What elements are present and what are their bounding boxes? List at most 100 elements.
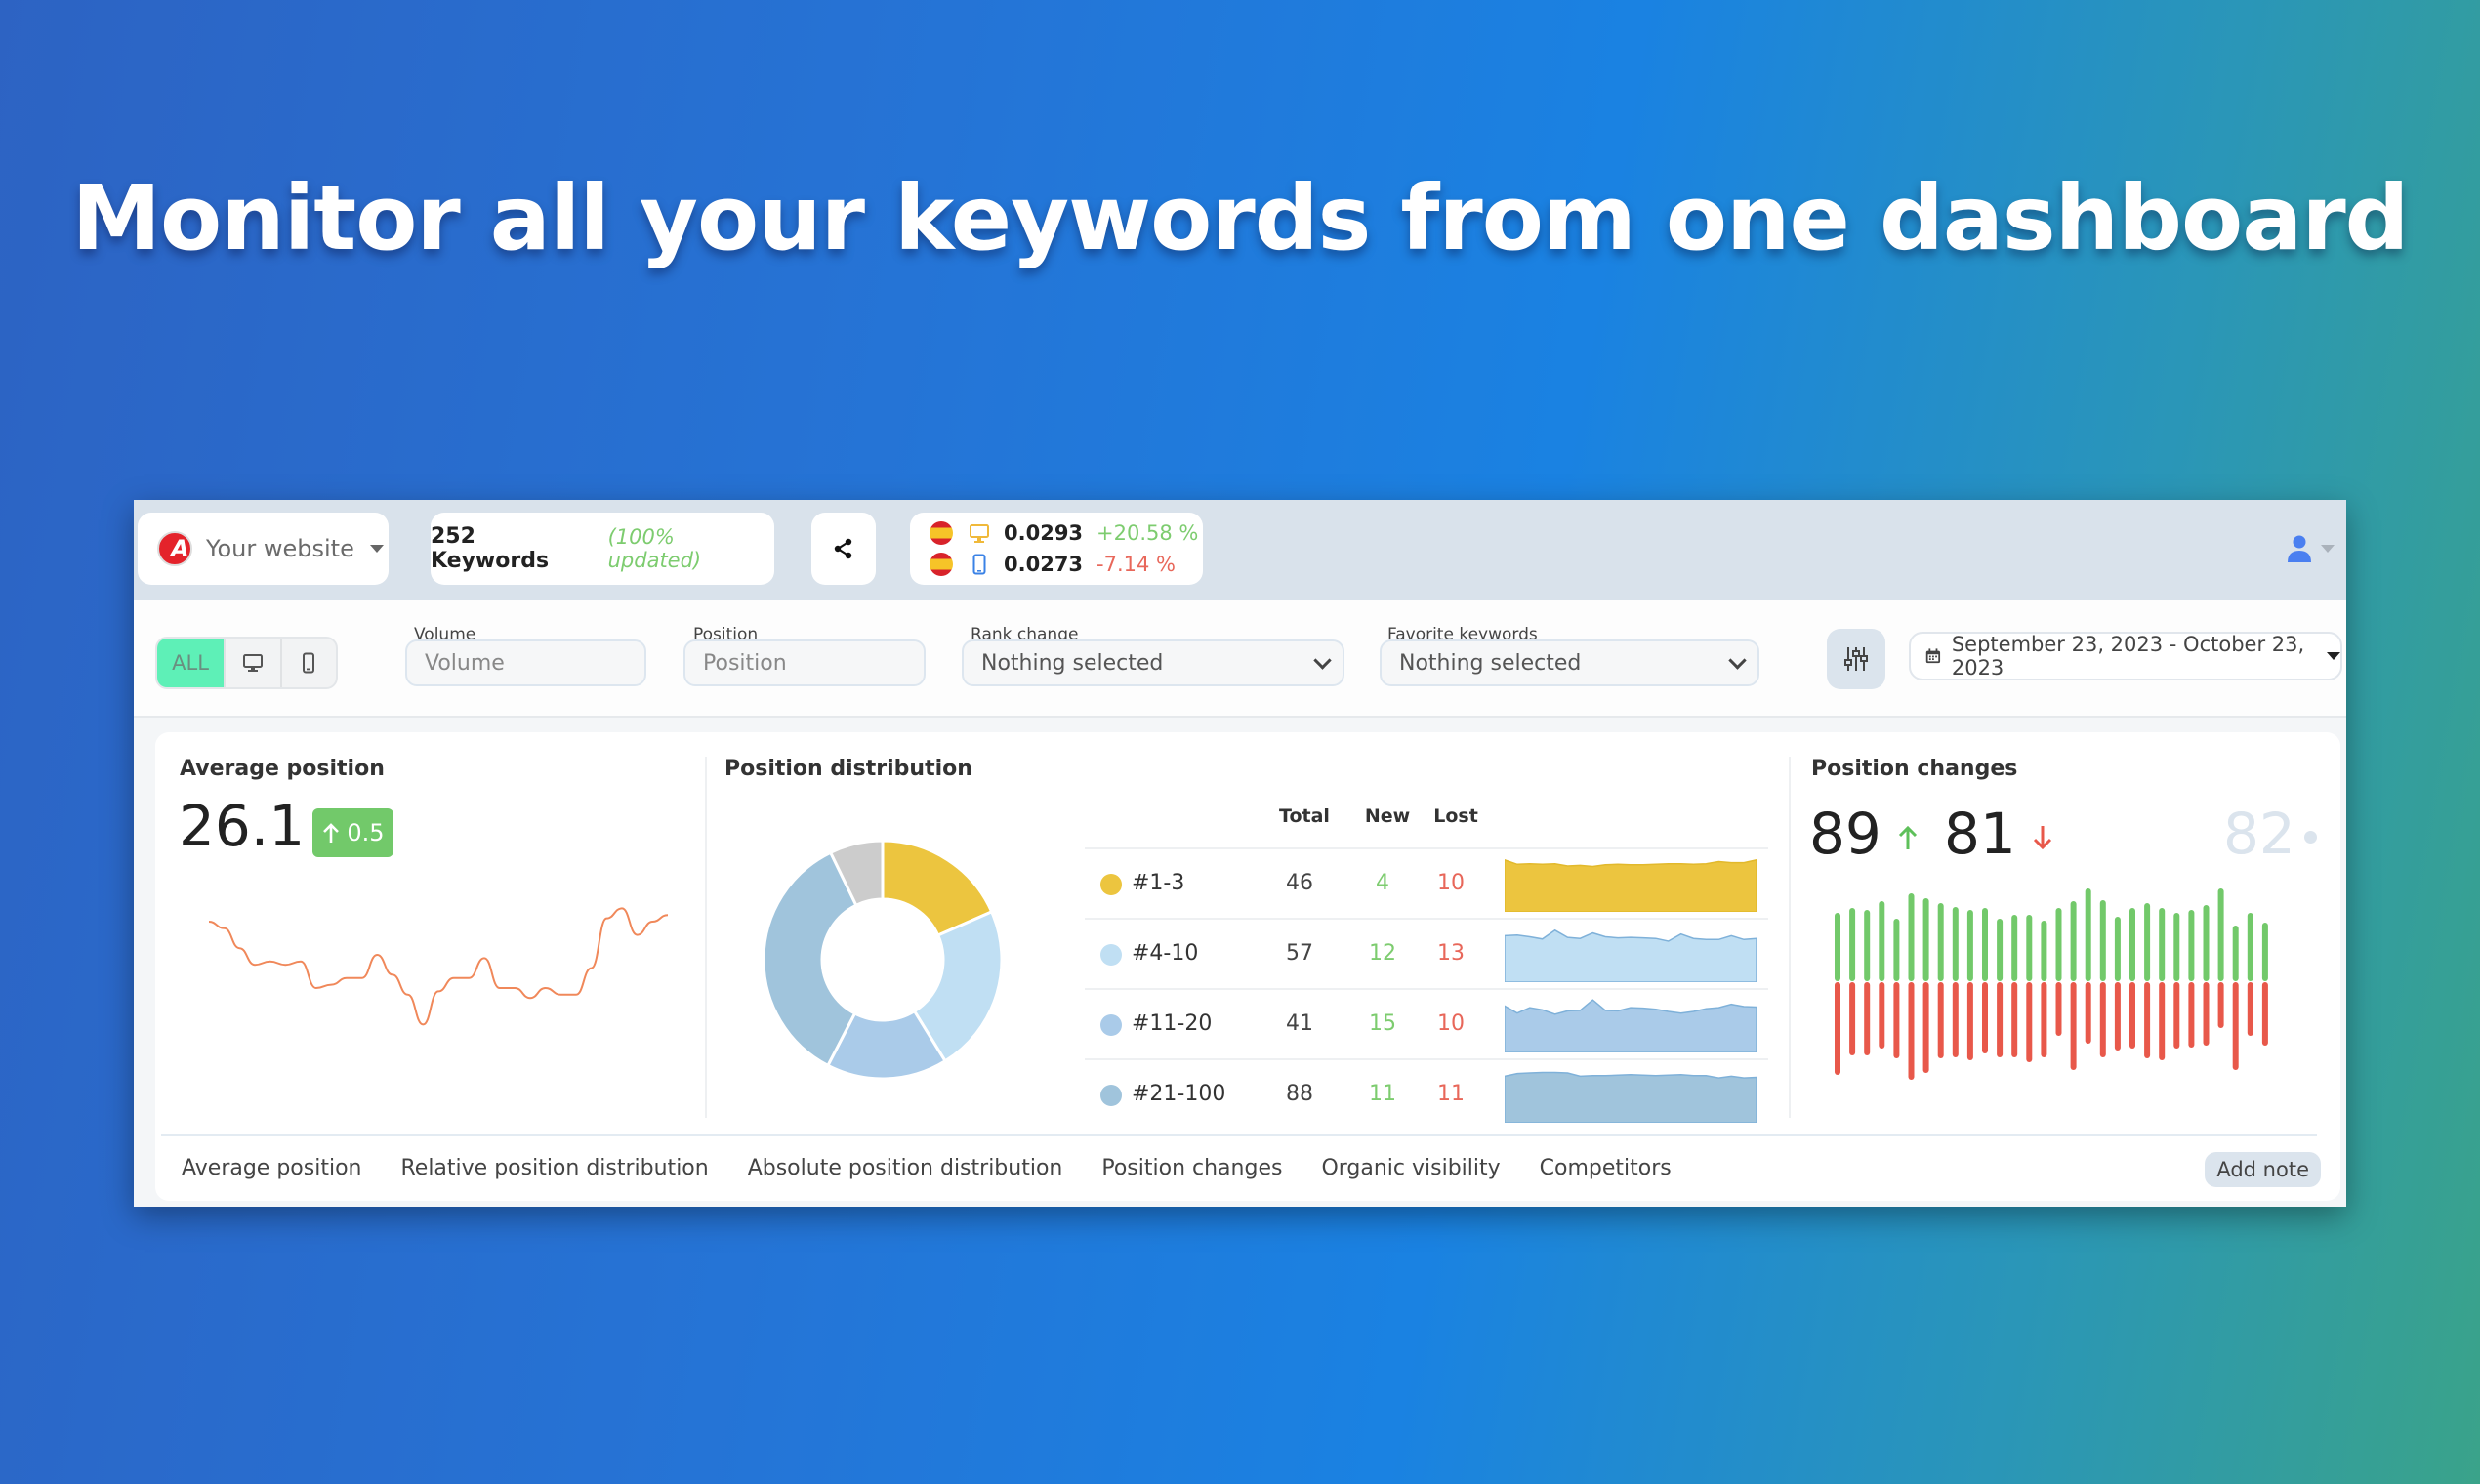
total-value: 57 <box>1286 941 1313 966</box>
improved-bar <box>2203 905 2210 981</box>
new-value: 15 <box>1369 1011 1396 1036</box>
declined-bar <box>1908 982 1915 1080</box>
new-value: 4 <box>1376 871 1389 895</box>
mobile-icon <box>969 554 990 575</box>
visibility-value: 0.0273 <box>1004 553 1084 576</box>
caret-down-icon <box>2321 545 2335 553</box>
trend-sparkline <box>1505 1071 1757 1123</box>
declined-bar <box>1922 982 1929 1073</box>
improved-bar <box>1966 910 1973 981</box>
improved-bar <box>2129 908 2135 981</box>
column-header-total: Total <box>1279 805 1330 827</box>
device-desktop-button[interactable] <box>224 639 279 687</box>
mobile-icon <box>303 652 315 674</box>
improved-bar <box>2159 908 2166 981</box>
range-label: #11-20 <box>1132 1011 1213 1036</box>
declined-bar <box>2129 982 2135 1049</box>
improved-bar <box>1982 908 1988 981</box>
improved-bar <box>1864 910 1871 981</box>
tab-position-changes[interactable]: Position changes <box>1101 1156 1282 1180</box>
improved-bar <box>1893 919 1900 981</box>
caret-down-icon <box>369 545 384 553</box>
chevron-down-icon <box>1728 650 1747 670</box>
declined-bar <box>2070 982 2077 1070</box>
declined-bar <box>2085 982 2091 1044</box>
position-changes-chart <box>1835 888 2268 1080</box>
improved-bar <box>2247 913 2253 981</box>
lost-value: 11 <box>1437 1082 1465 1106</box>
trend-sparkline <box>1505 928 1757 982</box>
declined-bar <box>2011 982 2018 1057</box>
arrow-up-icon <box>323 823 340 843</box>
desktop-icon <box>969 522 990 544</box>
chevron-down-icon <box>1313 650 1332 670</box>
declined-bar <box>2099 982 2106 1057</box>
device-all-button[interactable]: ALL <box>157 639 225 687</box>
improved-bar <box>2261 923 2268 981</box>
filter-bar: ALL Volume Volume Position Position Rank… <box>134 600 2346 718</box>
tab-relative-position-distribution[interactable]: Relative position distribution <box>400 1156 708 1180</box>
legend-dot <box>1100 874 1122 895</box>
card-divider <box>705 757 707 1118</box>
share-button[interactable] <box>811 513 876 585</box>
tab-absolute-position-distribution[interactable]: Absolute position distribution <box>748 1156 1063 1180</box>
legend-dot <box>1100 944 1122 966</box>
dashboard-panel: A Your website 252 Keywords (100% update… <box>134 500 2346 1207</box>
volume-input[interactable]: Volume <box>405 639 646 686</box>
device-mobile-button[interactable] <box>279 639 336 687</box>
trend-sparkline <box>1505 859 1757 912</box>
legend-dot <box>1100 1085 1122 1106</box>
tab-competitors[interactable]: Competitors <box>1540 1156 1672 1180</box>
keywords-update-status: (100% updated) <box>607 525 702 572</box>
average-position-value: 26.1 <box>179 793 306 859</box>
user-menu[interactable] <box>2286 534 2335 563</box>
trend-area <box>1505 1071 1757 1123</box>
range-label: #1-3 <box>1132 871 1185 895</box>
website-selector[interactable]: A Your website <box>138 513 389 585</box>
rank-change-select[interactable]: Nothing selected <box>962 639 1344 686</box>
add-note-button[interactable]: Add note <box>2205 1152 2321 1187</box>
keywords-count[interactable]: 252 Keywords (100% updated) <box>431 513 774 585</box>
tab-average-position[interactable]: Average position <box>182 1156 361 1180</box>
arrow-down-icon <box>2033 826 2052 850</box>
average-position-chart <box>208 907 669 1026</box>
device-toggle: ALL <box>155 637 338 689</box>
favorite-keywords-select[interactable]: Nothing selected <box>1380 639 1759 686</box>
improved-bar <box>2099 900 2106 981</box>
total-value: 88 <box>1286 1082 1313 1106</box>
hero-title: Monitor all your keywords from one dashb… <box>71 166 2409 270</box>
position-input[interactable]: Position <box>683 639 926 686</box>
average-position-title: Average position <box>180 757 385 781</box>
declined-bar <box>2055 982 2062 1036</box>
filter-settings-button[interactable] <box>1827 629 1885 689</box>
calendar-icon <box>1925 648 1941 664</box>
date-range-picker[interactable]: September 23, 2023 - October 23, 2023 <box>1909 632 2342 680</box>
declined-bar <box>1966 982 1973 1060</box>
improved-bar <box>2041 921 2047 981</box>
declined-bar <box>1893 982 1900 1058</box>
visibility-summary: 0.0293 +20.58 % 0.0273 -7.14 % <box>910 513 1203 585</box>
average-position-line <box>208 907 669 1026</box>
keywords-count-label: 252 Keywords <box>431 524 550 573</box>
declined-bar <box>1879 982 1885 1049</box>
unchanged-dot-icon <box>2304 831 2317 844</box>
improved-bar <box>1937 903 1944 981</box>
declined-bar <box>2026 982 2033 1062</box>
tab-organic-visibility[interactable]: Organic visibility <box>1321 1156 1500 1180</box>
spain-flag-icon <box>930 553 953 576</box>
improved-bar <box>2232 926 2239 981</box>
declined-bar <box>1835 982 1840 1075</box>
distribution-row: #11-20 41 15 10 <box>1085 988 1768 1059</box>
position-distribution-title: Position distribution <box>724 757 972 781</box>
trend-sparkline <box>1505 999 1757 1052</box>
column-header-new: New <box>1364 805 1411 827</box>
lost-value: 13 <box>1437 941 1465 966</box>
top-bar: A Your website 252 Keywords (100% update… <box>134 500 2346 600</box>
improved-bar <box>1835 913 1840 981</box>
arrow-up-icon <box>1898 825 1918 849</box>
declined-bar <box>2247 982 2253 1036</box>
share-icon <box>834 538 852 559</box>
position-changes-title: Position changes <box>1811 757 2018 781</box>
improved-bar <box>2070 901 2077 981</box>
summary-cards: Average position 26.1 0.5 Position distr… <box>155 732 2340 1201</box>
